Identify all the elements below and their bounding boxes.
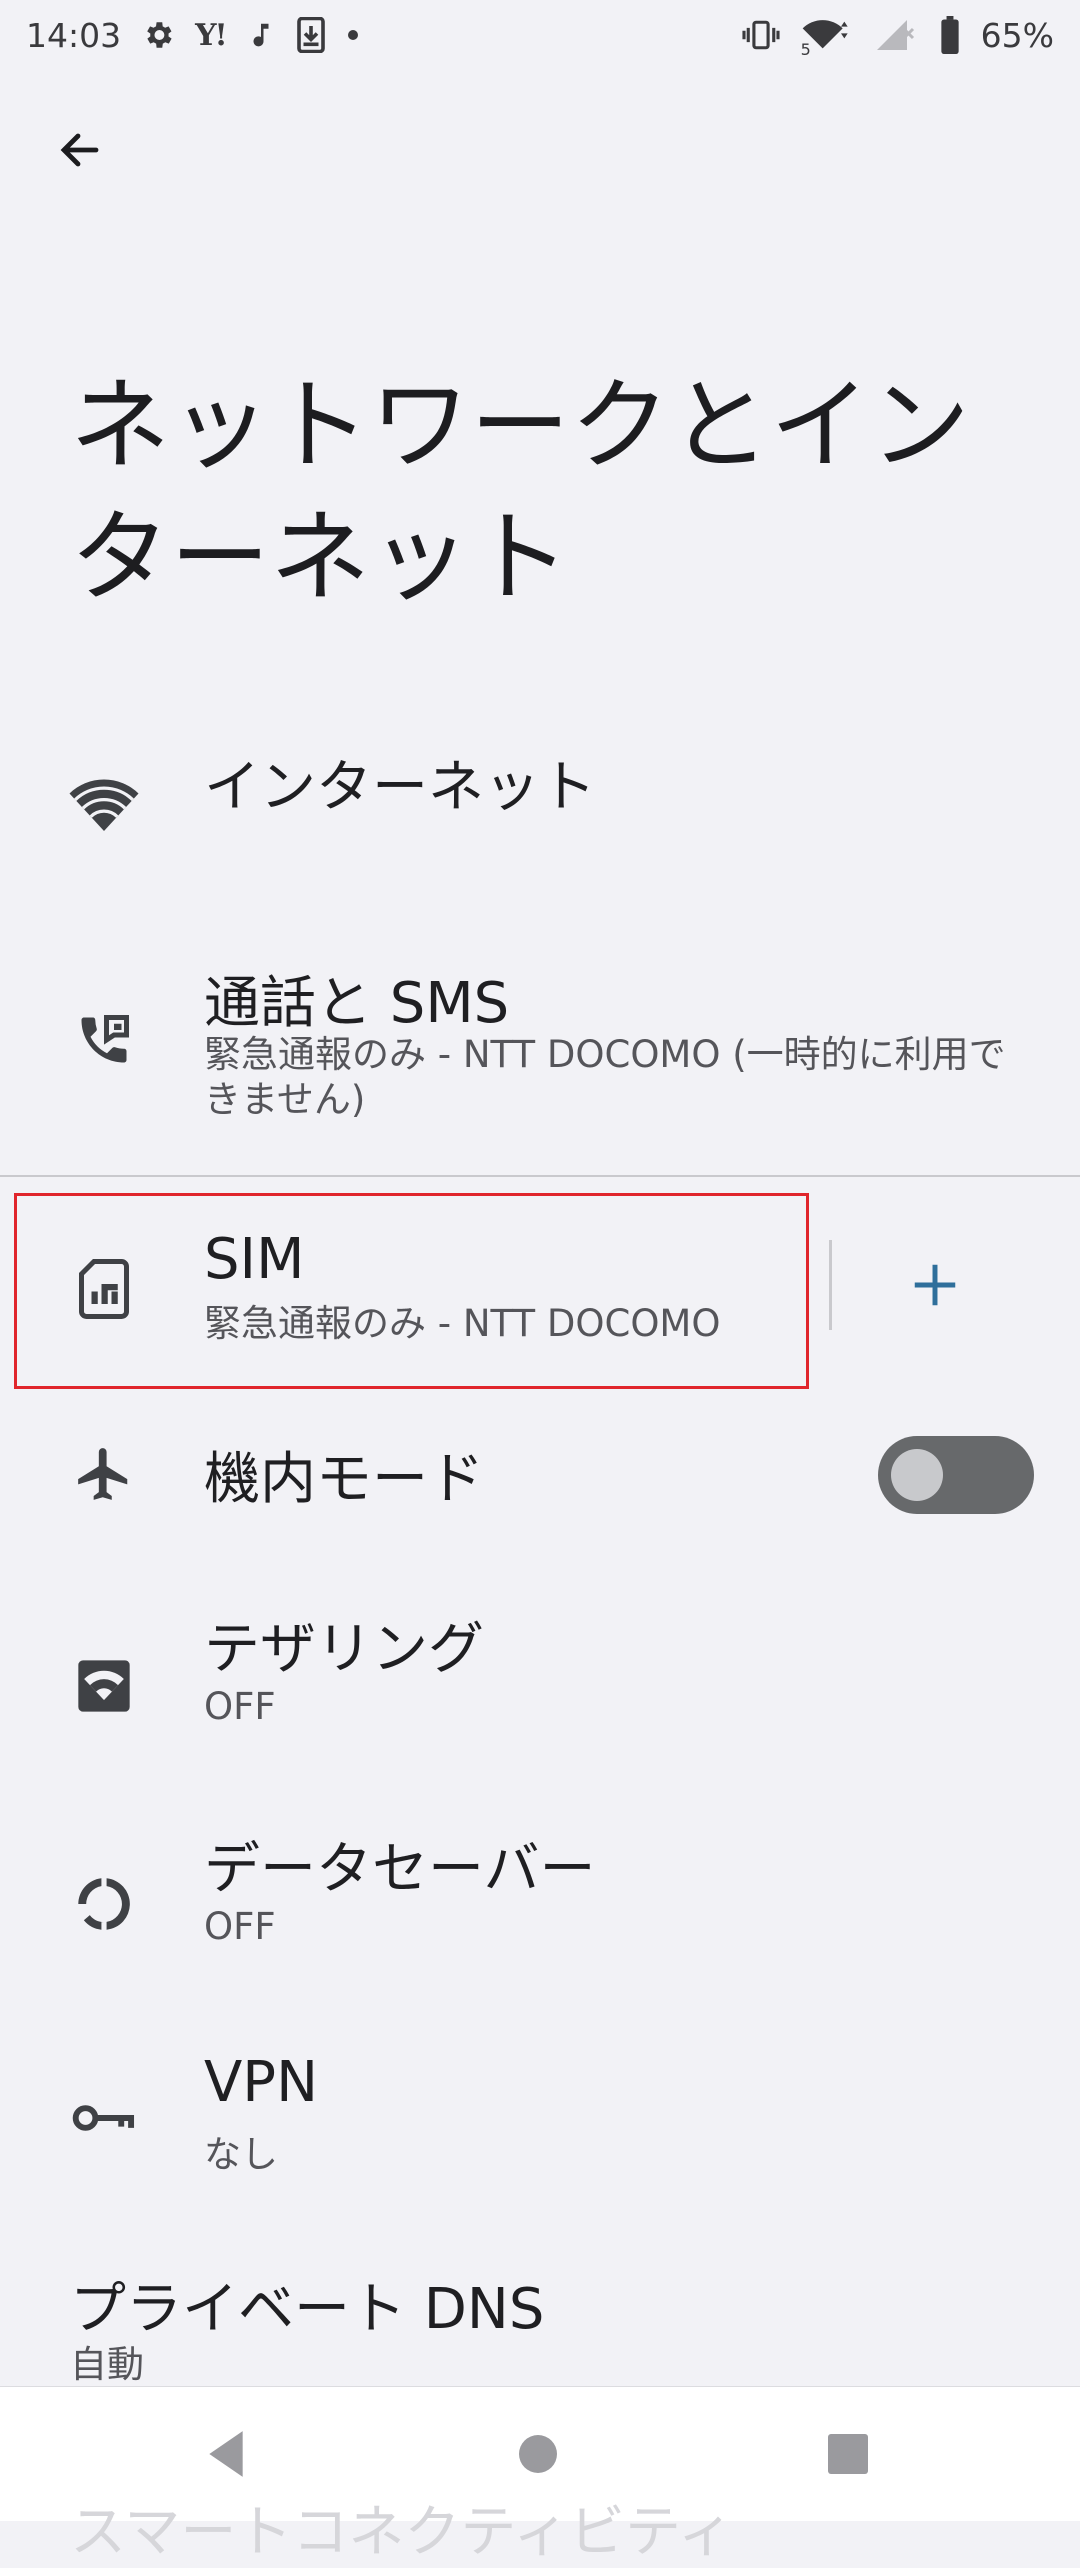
tethering-title: テザリング [204, 1617, 484, 1682]
nav-recents-button[interactable] [816, 2422, 880, 2486]
data-saver-item[interactable]: データセーバー OFF [0, 1820, 1080, 1990]
home-circle-icon [519, 2435, 557, 2473]
calls-sms-subtitle: 緊急通報のみ - NTT DOCOMO (一時的に利用できません) [204, 1033, 1006, 1121]
internet-title: インターネット [204, 755, 596, 820]
smart-connectivity-title: スマートコネクティビティ [70, 2500, 734, 2565]
calls-sms-title: 通話と SMS [204, 971, 510, 1036]
data-saver-title: データセーバー [204, 1837, 596, 1902]
private-dns-status: 自動 [70, 2343, 144, 2386]
recents-square-icon [828, 2434, 868, 2474]
divider [0, 1175, 1080, 1177]
download-icon [296, 17, 326, 53]
airplane-mode-toggle[interactable] [878, 1436, 1034, 1514]
nav-home-button[interactable] [506, 2422, 570, 2486]
back-triangle-icon [209, 2431, 243, 2477]
tethering-item[interactable]: テザリング OFF [0, 1600, 1080, 1770]
yahoo-icon: Y! [195, 17, 228, 53]
page-title: ネットワークとインターネット [70, 367, 970, 616]
phone-sim-icon [68, 1004, 140, 1076]
network-type-label: 5 [800, 40, 811, 59]
status-bar-right: 5 65% [741, 15, 1054, 59]
data-saver-status: OFF [204, 1905, 276, 1948]
plus-icon [914, 1264, 956, 1306]
private-dns-item[interactable]: プライベート DNS 自動 [0, 2260, 1080, 2390]
clock: 14:03 [26, 15, 122, 55]
vibrate-icon [741, 18, 781, 52]
vpn-title: VPN [204, 2050, 318, 2115]
music-note-icon [246, 18, 276, 52]
private-dns-title: プライベート DNS [70, 2277, 545, 2342]
navigation-bar: スマートコネクティビティ [0, 2386, 1080, 2565]
toggle-knob [891, 1449, 943, 1501]
wifi-icon [68, 768, 140, 840]
sim-highlight-box [14, 1193, 809, 1389]
arrow-left-icon [60, 133, 99, 167]
vpn-item[interactable]: VPN なし [0, 2040, 1080, 2210]
status-bar-left: 14:03 Y! [26, 16, 360, 55]
airplane-icon [68, 1438, 140, 1510]
calls-sms-item[interactable]: 通話と SMS 緊急通報のみ - NTT DOCOMO (一時的に利用できません… [0, 950, 1080, 1130]
data-saver-icon [68, 1868, 140, 1940]
key-icon [68, 2082, 140, 2154]
gear-icon [141, 18, 175, 52]
internet-item[interactable]: インターネット [0, 720, 1080, 870]
add-sim-button[interactable] [890, 1240, 980, 1330]
wifi-icon: 5 [801, 15, 851, 59]
airplane-mode-title: 機内モード [204, 1447, 484, 1512]
dot-icon [346, 28, 360, 42]
hotspot-icon [68, 1650, 140, 1722]
battery-percent: 65% [980, 15, 1054, 55]
battery-icon [939, 16, 961, 54]
signal-icon [871, 17, 919, 53]
vertical-separator [829, 1240, 832, 1330]
back-button[interactable] [40, 110, 120, 190]
vpn-status: なし [204, 2133, 278, 2176]
tethering-status: OFF [204, 1685, 276, 1728]
nav-back-button[interactable] [194, 2422, 258, 2486]
status-bar: 14:03 Y! 5 65% [0, 0, 1080, 70]
